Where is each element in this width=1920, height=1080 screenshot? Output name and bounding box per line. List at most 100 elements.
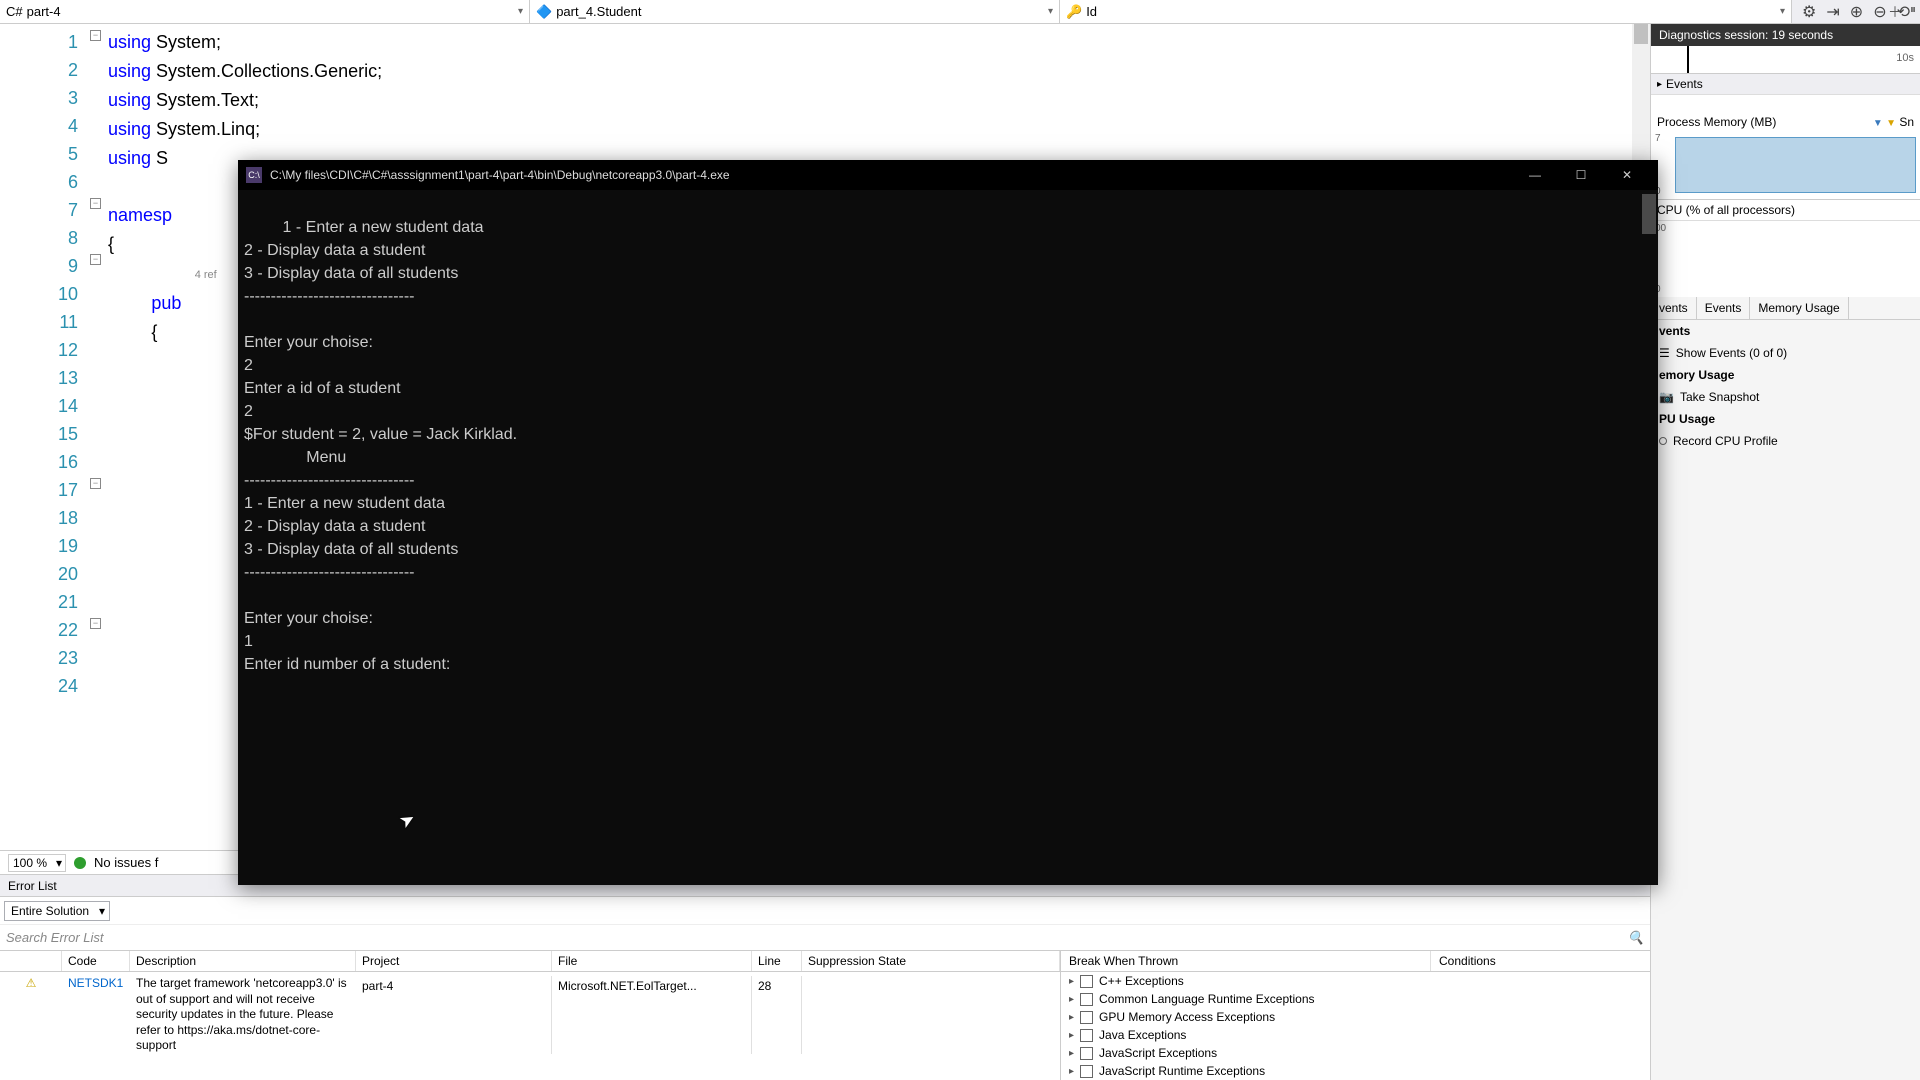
col-conditions[interactable]: Conditions [1430,951,1650,971]
error-row[interactable]: ⚠ NETSDK1 The target framework 'netcorea… [0,972,1060,1058]
diagnostics-panel: Diagnostics session: 19 seconds 10s ▸ Ev… [1650,24,1920,1080]
camera-icon: 📷 [1659,390,1674,404]
memory-usage-header[interactable]: emory Usage [1651,364,1920,386]
exception-category[interactable]: ▸JavaScript Runtime Exceptions [1061,1062,1650,1080]
cpu-usage-header[interactable]: PU Usage [1651,408,1920,430]
checkbox[interactable] [1080,1011,1093,1024]
gc-marker-icon: ▼ [1873,118,1883,129]
scope-dropdown-class[interactable]: 🔷 part_4.Student ▾ [530,0,1060,23]
fold-toggle[interactable]: − [90,478,101,489]
scope-label: part_4.Student [556,4,641,19]
scope-label: Id [1086,4,1097,19]
console-output[interactable]: 1 - Enter a new student data 2 - Display… [238,190,1658,885]
diagnostics-timeline[interactable]: 10s [1651,46,1920,74]
diagnostics-session-header: Diagnostics session: 19 seconds [1651,24,1920,46]
zoom-out-icon[interactable]: ⊖ [1873,2,1886,22]
col-break-when-thrown[interactable]: Break When Thrown [1061,951,1430,971]
exception-category[interactable]: ▸C++ Exceptions [1061,972,1650,990]
console-scrollbar[interactable] [1642,194,1656,234]
breadcrumb-bar: C# part-4 ▾ 🔷 part_4.Student ▾ 🔑 Id ▾ ＋ … [0,0,1920,24]
close-button[interactable]: ✕ [1604,160,1650,190]
time-label: 10s [1896,52,1914,64]
exception-category[interactable]: ▸Java Exceptions [1061,1026,1650,1044]
col-code[interactable]: Code [62,951,130,971]
error-file: Microsoft.NET.EolTarget... [552,976,752,1054]
console-window: C:\ C:\My files\CDI\C#\C#\asssignment1\p… [238,160,1658,885]
memory-chart[interactable]: 7 0 [1651,131,1920,199]
exception-settings-panel: Break When Thrown Conditions ▸C++ Except… [1060,951,1650,1080]
fold-toggle[interactable]: − [90,254,101,265]
warning-icon: ⚠ [0,976,62,1054]
error-description: The target framework 'netcoreapp3.0' is … [130,976,356,1054]
error-list-table: Code Description Project File Line Suppr… [0,951,1060,1080]
csharp-icon: C# [6,4,23,19]
checkbox[interactable] [1080,993,1093,1006]
events-section-header[interactable]: vents [1651,320,1920,342]
error-project: part-4 [356,976,552,1054]
error-code[interactable]: NETSDK1 [62,976,130,1054]
col-icon[interactable] [0,951,62,971]
fold-column: − − − − − [90,24,108,850]
expand-icon[interactable]: ▸ [1069,1048,1074,1059]
events-header[interactable]: ▸ Events ⏸ [1651,74,1920,95]
checkbox[interactable] [1080,1065,1093,1078]
cpu-label: CPU (% of all processors) [1657,203,1795,217]
property-icon: 🔑 [1066,4,1082,20]
search-icon[interactable]: 🔍 [1628,930,1644,946]
exception-category[interactable]: ▸Common Language Runtime Exceptions [1061,990,1650,1008]
process-memory-label: Process Memory (MB) [1657,115,1776,129]
col-description[interactable]: Description [130,951,356,971]
add-button[interactable]: ＋ [1888,2,1902,22]
class-icon: 🔷 [536,4,552,20]
exception-category[interactable]: ▸GPU Memory Access Exceptions [1061,1008,1650,1026]
col-suppression[interactable]: Suppression State [802,951,1060,971]
error-scope-dropdown[interactable]: Entire Solution [4,901,110,921]
take-snapshot-button[interactable]: 📷 Take Snapshot [1651,386,1920,408]
record-icon [1659,437,1667,445]
record-cpu-button[interactable]: Record CPU Profile [1651,430,1920,452]
col-project[interactable]: Project [356,951,552,971]
tab-memory-usage[interactable]: Memory Usage [1750,297,1848,319]
expand-icon[interactable]: ▸ [1069,1030,1074,1041]
scope-label: part-4 [27,4,61,19]
minimize-button[interactable]: — [1512,160,1558,190]
line-number-gutter: 12345678 💡9 10111213141516 1718192021222… [0,24,90,850]
checkbox[interactable] [1080,975,1093,988]
export-icon[interactable]: ⇥ [1826,2,1839,22]
zoom-in-icon[interactable]: ⊕ [1850,2,1863,22]
zoom-selector[interactable]: 100 % [8,854,66,872]
fold-toggle[interactable]: − [90,618,101,629]
chevron-down-icon: ▾ [1048,6,1053,17]
playhead-marker [1687,46,1689,73]
exception-category[interactable]: ▸JavaScript Exceptions [1061,1044,1650,1062]
status-ok-icon [74,857,86,869]
scope-dropdown-project[interactable]: C# part-4 ▾ [0,0,530,23]
console-titlebar[interactable]: C:\ C:\My files\CDI\C#\C#\asssignment1\p… [238,160,1658,190]
col-file[interactable]: File [552,951,752,971]
gear-icon[interactable]: ⚙ [1802,2,1816,22]
cpu-chart[interactable]: 00 0 [1651,221,1920,297]
app-icon: C:\ [246,167,262,183]
filter-icon: ☰ [1659,346,1670,360]
expand-icon[interactable]: ▸ [1069,1012,1074,1023]
search-error-input[interactable]: Search Error List [6,930,104,945]
checkbox[interactable] [1080,1047,1093,1060]
fold-toggle[interactable]: − [90,198,101,209]
snapshot-marker-icon: ▼ [1886,118,1896,129]
chevron-down-icon: ▾ [1780,6,1785,17]
checkbox[interactable] [1080,1029,1093,1042]
pause-icon[interactable]: ⏸ [1910,2,1916,17]
tab-events-2[interactable]: Events [1697,297,1751,319]
expand-icon[interactable]: ▸ [1069,1066,1074,1077]
maximize-button[interactable]: ☐ [1558,160,1604,190]
error-line: 28 [752,976,802,1054]
expand-icon[interactable]: ▸ [1069,994,1074,1005]
scope-dropdown-member[interactable]: 🔑 Id ▾ ＋ [1060,0,1792,23]
console-title-text: C:\My files\CDI\C#\C#\asssignment1\part-… [270,168,730,182]
col-line[interactable]: Line [752,951,802,971]
expand-icon[interactable]: ▸ [1069,976,1074,987]
fold-toggle[interactable]: − [90,30,101,41]
codelens-references[interactable]: 4 ref [195,269,217,281]
show-events-link[interactable]: ☰ Show Events (0 of 0) [1651,342,1920,364]
chevron-down-icon: ▾ [518,6,523,17]
